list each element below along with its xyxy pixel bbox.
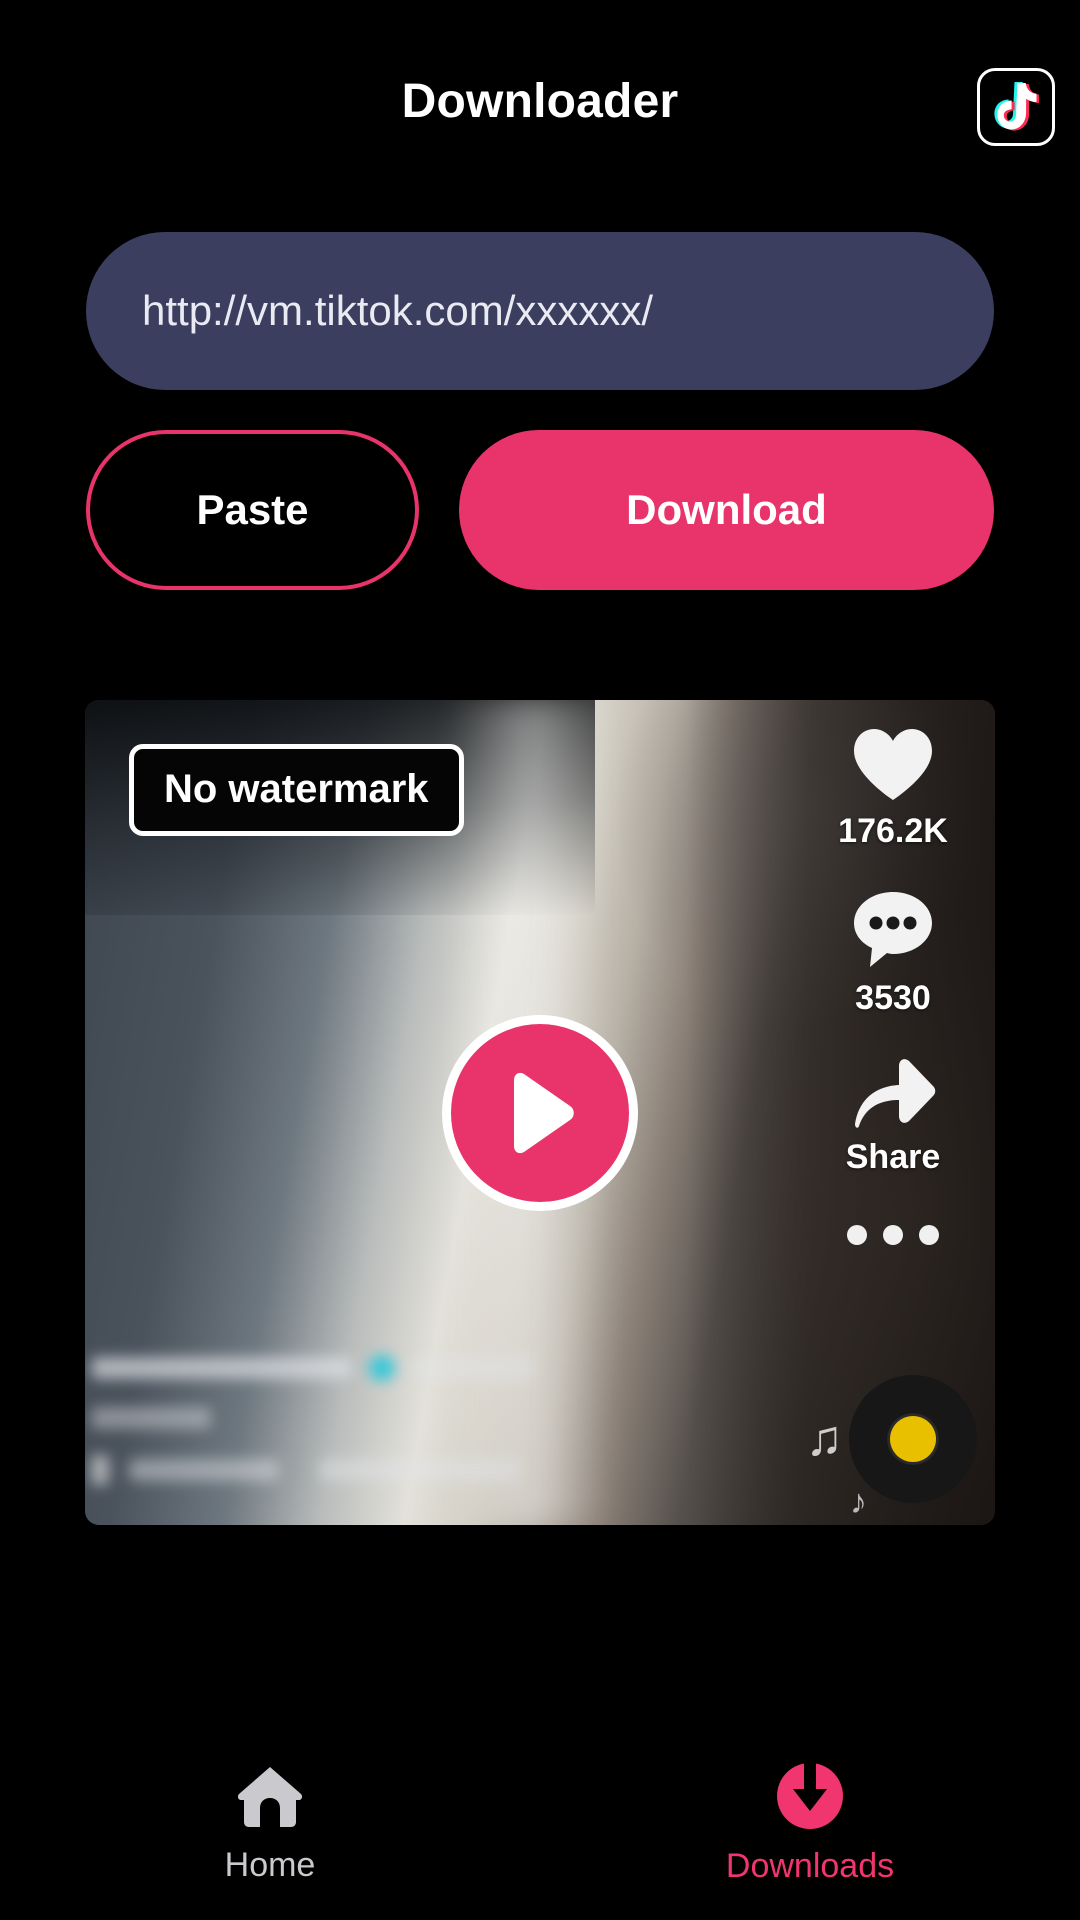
more-dots-icon[interactable]: [847, 1225, 939, 1245]
vinyl-disc-center: [890, 1416, 936, 1462]
caption-music-note-icon: [91, 1455, 109, 1485]
nav-label-downloads: Downloads: [725, 1846, 895, 1885]
caption-text-bar: [91, 1407, 211, 1429]
download-circle-icon: [777, 1762, 843, 1829]
play-button[interactable]: [442, 1014, 638, 1211]
more-dot: [847, 1225, 867, 1245]
caption-artist-bar: [129, 1459, 279, 1481]
caption-sound-bar: [319, 1459, 519, 1481]
bottom-navigation: Home Downloads: [0, 1710, 1080, 1920]
play-icon: [514, 1072, 574, 1153]
like-count: 176.2K: [838, 812, 948, 850]
caption-text-row: [91, 1407, 711, 1429]
paste-button[interactable]: Paste: [86, 430, 419, 590]
heart-icon: [853, 729, 932, 800]
home-icon: [237, 1766, 303, 1827]
action-button-row: Paste Download: [86, 430, 994, 590]
video-preview-card[interactable]: No watermark 176.2K 3530 Share ♫ ♪: [85, 700, 995, 1525]
url-input-value: http://vm.tiktok.com/xxxxxx/: [142, 287, 654, 334]
download-button[interactable]: Download: [459, 430, 994, 590]
comment-bubble-icon: [854, 892, 932, 967]
video-action-rail: 176.2K 3530 Share: [813, 726, 973, 1289]
caption-music-row: [91, 1455, 711, 1485]
no-watermark-badge: No watermark: [129, 744, 464, 836]
url-input[interactable]: http://vm.tiktok.com/xxxxxx/: [86, 232, 994, 390]
caption-author-bar: [91, 1357, 351, 1379]
nav-label-home: Home: [224, 1845, 316, 1884]
music-note-icon: ♫: [805, 1410, 844, 1466]
caption-time-bar: [413, 1357, 533, 1379]
caption-author-row: [91, 1355, 711, 1381]
verified-badge-icon: [369, 1355, 395, 1381]
comment-button[interactable]: 3530: [851, 889, 935, 1018]
share-button[interactable]: Share: [845, 1056, 941, 1177]
music-note-small-icon: ♪: [850, 1483, 867, 1521]
like-button[interactable]: 176.2K: [838, 726, 948, 851]
comment-count: 3530: [855, 979, 931, 1017]
nav-item-home[interactable]: Home: [0, 1710, 540, 1920]
nav-item-downloads[interactable]: Downloads: [540, 1710, 1080, 1920]
page-title: Downloader: [401, 75, 679, 128]
share-arrow-icon: [855, 1059, 936, 1128]
more-dot: [919, 1225, 939, 1245]
video-caption-overlay: [91, 1355, 711, 1511]
share-label: Share: [845, 1138, 941, 1176]
app-header: Downloader: [0, 0, 1080, 190]
more-dot: [883, 1225, 903, 1245]
vinyl-disc-icon[interactable]: [849, 1375, 977, 1503]
tiktok-logo-icon[interactable]: [977, 68, 1055, 146]
